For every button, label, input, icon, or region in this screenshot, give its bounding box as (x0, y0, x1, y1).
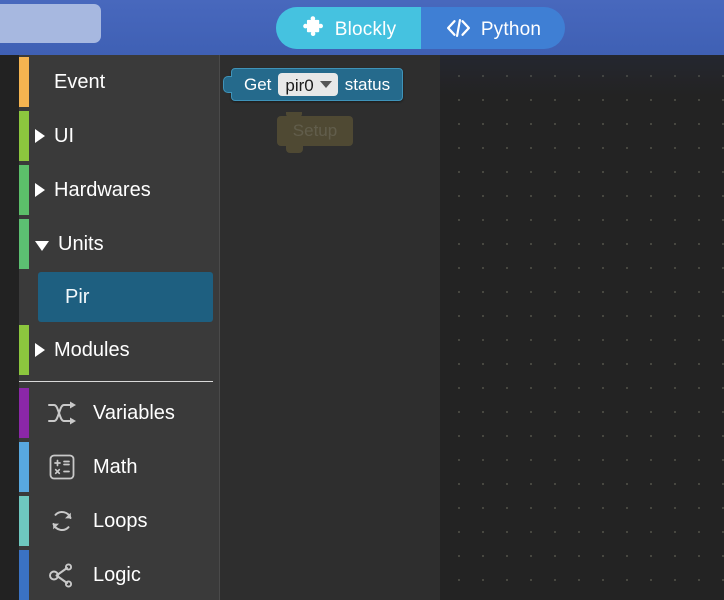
sidebar-item-event[interactable]: Event (0, 55, 219, 109)
calculator-icon (45, 450, 79, 484)
category-color-bar (19, 388, 29, 438)
shuffle-arrows-icon (45, 396, 79, 430)
sidebar-item-loops-label: Loops (93, 509, 148, 532)
code-brackets-icon (445, 17, 472, 39)
category-color-bar (19, 57, 29, 107)
sidebar-item-event-label: Event (54, 70, 106, 93)
block-prefix-label: Get (244, 74, 272, 94)
block-device-dropdown[interactable]: pir0 (278, 73, 338, 96)
category-color-bar (19, 325, 29, 375)
tab-python-label: Python (480, 18, 542, 40)
category-color-bar (19, 550, 29, 600)
puzzle-piece-icon (301, 15, 326, 41)
category-color-bar (19, 496, 29, 546)
category-color-bar (19, 442, 29, 492)
blockly-workspace[interactable] (440, 55, 724, 600)
sidebar-item-ui[interactable]: UI (0, 109, 219, 163)
sidebar-item-ui-label: UI (54, 124, 74, 147)
chevron-right-icon (35, 183, 45, 197)
block-suffix-label: status (344, 74, 391, 94)
sidebar-item-variables-label: Variables (93, 401, 175, 424)
sidebar-item-variables[interactable]: Variables (0, 386, 219, 440)
sidebar-item-modules-label: Modules (54, 338, 130, 361)
workspace-top-shading (440, 55, 724, 600)
toolbox-flyout: Get pir0 status (219, 55, 440, 600)
blockly-editor-app: Blockly Python Event UI Hardwares Units … (0, 0, 724, 600)
chevron-right-icon (35, 343, 45, 357)
toolbox-separator (19, 381, 213, 382)
mode-toggle-group: Blockly Python (276, 7, 565, 49)
sidebar-item-modules[interactable]: Modules (0, 323, 219, 377)
sidebar-item-loops[interactable]: Loops (0, 494, 219, 548)
loop-arrows-icon (45, 504, 79, 538)
chevron-right-icon (35, 129, 45, 143)
chevron-down-icon (319, 80, 332, 88)
toolbox-sidebar: Event UI Hardwares Units Pir Modules Var… (0, 55, 219, 600)
flyout-edge (219, 55, 220, 600)
sidebar-item-pir-label: Pir (65, 285, 90, 308)
sidebar-item-math-label: Math (93, 455, 138, 478)
category-color-bar (19, 111, 29, 161)
sidebar-item-hardwares[interactable]: Hardwares (0, 163, 219, 217)
block-device-dropdown-value: pir0 (285, 75, 314, 95)
sidebar-item-logic-label: Logic (93, 563, 141, 586)
sidebar-item-logic[interactable]: Logic (0, 548, 219, 600)
tab-blockly-label: Blockly (334, 18, 397, 40)
topbar-placeholder-panel[interactable] (0, 4, 101, 43)
sidebar-item-units[interactable]: Units (0, 217, 219, 271)
tab-python[interactable]: Python (421, 7, 565, 49)
sidebar-item-pir[interactable]: Pir (38, 272, 213, 322)
block-get-pir-status[interactable]: Get pir0 status (223, 68, 404, 101)
sidebar-item-math[interactable]: Math (0, 440, 219, 494)
sidebar-item-units-label: Units (58, 232, 104, 255)
chevron-down-icon (35, 241, 49, 251)
sidebar-item-hardwares-label: Hardwares (54, 178, 151, 201)
tab-blockly[interactable]: Blockly (276, 7, 421, 49)
block-output-plug-icon (223, 76, 232, 93)
top-bar: Blockly Python (0, 0, 724, 55)
node-branch-icon (45, 558, 79, 592)
category-color-bar (19, 219, 29, 269)
category-color-bar (19, 165, 29, 215)
